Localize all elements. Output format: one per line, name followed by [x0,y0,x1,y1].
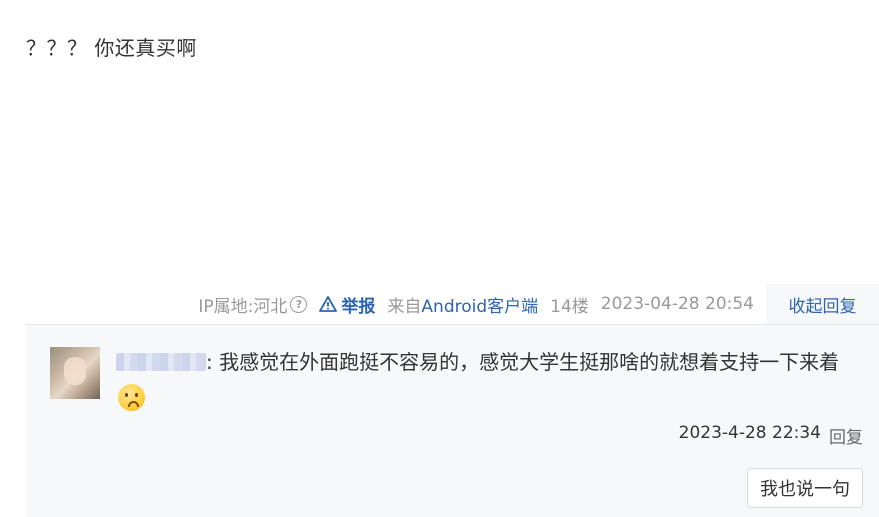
say-something-button[interactable]: 我也说一句 [747,468,863,508]
reply-timestamp: 2023-4-28 22:34 [678,423,821,443]
shy-face-emoji-icon [118,384,145,411]
post-source: 来自 Android客户端 [387,292,538,317]
report-label: 举报 [341,296,376,317]
username-link[interactable] [116,353,206,371]
help-icon[interactable]: ? [290,295,308,313]
post-timestamp: 2023-04-28 20:54 [600,294,754,314]
ip-location: IP属地:河北 ? [198,292,308,317]
reply-text: : 我感觉在外面跑挺不容易的，感觉大学生挺那啥的就想着支持一下来着 [206,350,840,374]
reply-link[interactable]: 回复 [829,423,863,448]
reply-panel: : 我感觉在外面跑挺不容易的，感觉大学生挺那啥的就想着支持一下来着 2023-4… [26,324,879,517]
post-content: ？？？ 你还真买啊 [26,36,197,60]
client-link[interactable]: Android客户端 [421,292,538,317]
ip-location-text: IP属地:河北 [198,296,288,317]
collapse-replies-button[interactable]: 收起回复 [766,284,879,324]
warning-icon [319,296,338,312]
reply-footer: 2023-4-28 22:34 回复 [679,423,863,448]
reply-body: : 我感觉在外面跑挺不容易的，感觉大学生挺那啥的就想着支持一下来着 [116,343,856,419]
report-link[interactable]: 举报 [319,292,375,317]
source-prefix: 来自 [387,296,422,317]
avatar[interactable] [50,347,100,399]
post-meta-bar: IP属地:河北 ? 举报 来自 Android客户端 14楼 2023-04-28… [0,284,766,324]
floor-number: 14楼 [550,296,589,317]
